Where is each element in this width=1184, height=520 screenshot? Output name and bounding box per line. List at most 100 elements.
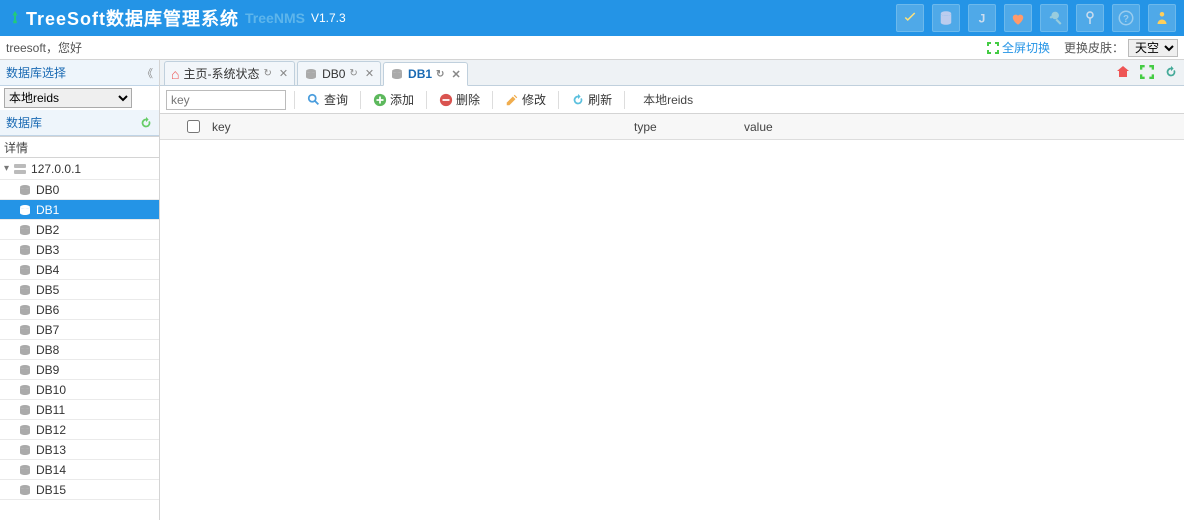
tree-item-db9[interactable]: DB9 (0, 360, 159, 380)
db-panel-header: 数据库 (0, 110, 159, 136)
top-btn-3[interactable]: J (968, 4, 996, 32)
tab-2[interactable]: DB1↻✕ (383, 62, 468, 86)
fullscreen-toggle[interactable]: 全屏切换 (987, 39, 1050, 56)
database-icon (18, 284, 32, 296)
delete-icon (439, 93, 453, 107)
col-value[interactable]: value (744, 120, 1184, 134)
top-btn-6[interactable] (1076, 4, 1104, 32)
top-btn-4[interactable] (1004, 4, 1032, 32)
skin-select[interactable]: 天空蓝 (1128, 39, 1178, 57)
server-icon (13, 163, 27, 175)
db-select-header: 数据库选择 《 (0, 60, 159, 86)
col-type[interactable]: type (634, 120, 744, 134)
database-icon (18, 244, 32, 256)
tree-item-db12[interactable]: DB12 (0, 420, 159, 440)
database-icon (18, 344, 32, 356)
content-area: ⌂主页-系统状态↻✕DB0↻✕DB1↻✕ 查询 添加 删除 (160, 60, 1184, 520)
tree-item-db4[interactable]: DB4 (0, 260, 159, 280)
tree-item-db10[interactable]: DB10 (0, 380, 159, 400)
database-icon (18, 204, 32, 216)
tree-item-db7[interactable]: DB7 (0, 320, 159, 340)
database-icon (18, 384, 32, 396)
tree-item-db13[interactable]: DB13 (0, 440, 159, 460)
tree-root[interactable]: ▾ 127.0.0.1 (0, 158, 159, 180)
logo-icon (8, 11, 22, 25)
database-icon (18, 304, 32, 316)
database-icon (304, 68, 318, 80)
top-btn-2[interactable] (932, 4, 960, 32)
tab-close-icon[interactable]: ✕ (451, 68, 460, 81)
refresh-icon (571, 93, 585, 107)
tab-refresh-button[interactable] (1162, 63, 1180, 81)
tab-reload-icon[interactable]: ↻ (349, 68, 357, 79)
database-icon (18, 424, 32, 436)
db-source-select[interactable]: 本地reids (4, 88, 132, 108)
tab-expand-button[interactable] (1138, 63, 1156, 81)
table-body (160, 140, 1184, 520)
tab-0[interactable]: ⌂主页-系统状态↻✕ (164, 61, 295, 85)
tree-item-db15[interactable]: DB15 (0, 480, 159, 500)
collapse-icon[interactable]: 《 (142, 65, 153, 81)
tree-item-db3[interactable]: DB3 (0, 240, 159, 260)
database-icon (18, 224, 32, 236)
database-icon (18, 184, 32, 196)
col-key[interactable]: key (206, 120, 634, 134)
database-icon (18, 404, 32, 416)
tree-item-db1[interactable]: DB1 (0, 200, 159, 220)
edit-icon (505, 93, 519, 107)
edit-button[interactable]: 修改 (501, 89, 550, 110)
tree-item-db8[interactable]: DB8 (0, 340, 159, 360)
add-button[interactable]: 添加 (369, 89, 418, 110)
search-icon (307, 93, 321, 107)
app-version: V1.7.3 (311, 11, 346, 25)
tab-1[interactable]: DB0↻✕ (297, 61, 381, 85)
database-icon (18, 324, 32, 336)
app-title: TreeSoft数据库管理系统 (26, 5, 239, 31)
search-button[interactable]: 查询 (303, 89, 352, 110)
toolbar: 查询 添加 删除 修改 刷新 本地reids (160, 86, 1184, 114)
key-input[interactable] (166, 90, 286, 110)
app-subtitle: TreeNMS (245, 10, 305, 26)
collapse-triangle-icon: ▾ (4, 163, 9, 174)
tree-item-db6[interactable]: DB6 (0, 300, 159, 320)
add-icon (373, 93, 387, 107)
app-header: TreeSoft数据库管理系统 TreeNMS V1.7.3 J ? (0, 0, 1184, 36)
detail-header: 详情 (0, 136, 159, 158)
tree-item-db0[interactable]: DB0 (0, 180, 159, 200)
top-btn-1[interactable] (896, 4, 924, 32)
user-bar: treesoft，您好 全屏切换 更换皮肤： 天空蓝 (0, 36, 1184, 60)
skin-label: 更换皮肤： (1064, 39, 1124, 56)
database-icon (18, 364, 32, 376)
top-btn-8[interactable] (1148, 4, 1176, 32)
select-all-checkbox[interactable] (187, 120, 200, 133)
tab-close-icon[interactable]: ✕ (279, 67, 288, 80)
user-greeting: treesoft，您好 (6, 39, 82, 56)
tab-bar: ⌂主页-系统状态↻✕DB0↻✕DB1↻✕ (160, 60, 1184, 86)
sidebar: 数据库选择 《 本地reids 数据库 详情 ▾ 127.0.0.1 DB0DB… (0, 60, 160, 520)
table-header: key type value (160, 114, 1184, 140)
db-tree: ▾ 127.0.0.1 DB0DB1DB2DB3DB4DB5DB6DB7DB8D… (0, 158, 159, 500)
database-icon (18, 464, 32, 476)
tree-item-db14[interactable]: DB14 (0, 460, 159, 480)
database-icon (18, 444, 32, 456)
tab-home-button[interactable] (1114, 63, 1132, 81)
tab-reload-icon[interactable]: ↻ (263, 68, 271, 79)
database-icon (18, 264, 32, 276)
refresh-icon[interactable] (139, 116, 153, 130)
source-label: 本地reids (643, 91, 693, 108)
database-icon (390, 68, 404, 80)
tab-reload-icon[interactable]: ↻ (436, 69, 444, 80)
tab-close-icon[interactable]: ✕ (365, 67, 374, 80)
fullscreen-icon (987, 42, 999, 54)
svg-text:J: J (979, 12, 986, 26)
tree-item-db11[interactable]: DB11 (0, 400, 159, 420)
home-icon: ⌂ (171, 66, 179, 82)
tree-item-db2[interactable]: DB2 (0, 220, 159, 240)
top-btn-7[interactable]: ? (1112, 4, 1140, 32)
tree-item-db5[interactable]: DB5 (0, 280, 159, 300)
top-btn-5[interactable] (1040, 4, 1068, 32)
svg-text:?: ? (1123, 14, 1129, 25)
delete-button[interactable]: 删除 (435, 89, 484, 110)
database-icon (18, 484, 32, 496)
refresh-button[interactable]: 刷新 (567, 89, 616, 110)
